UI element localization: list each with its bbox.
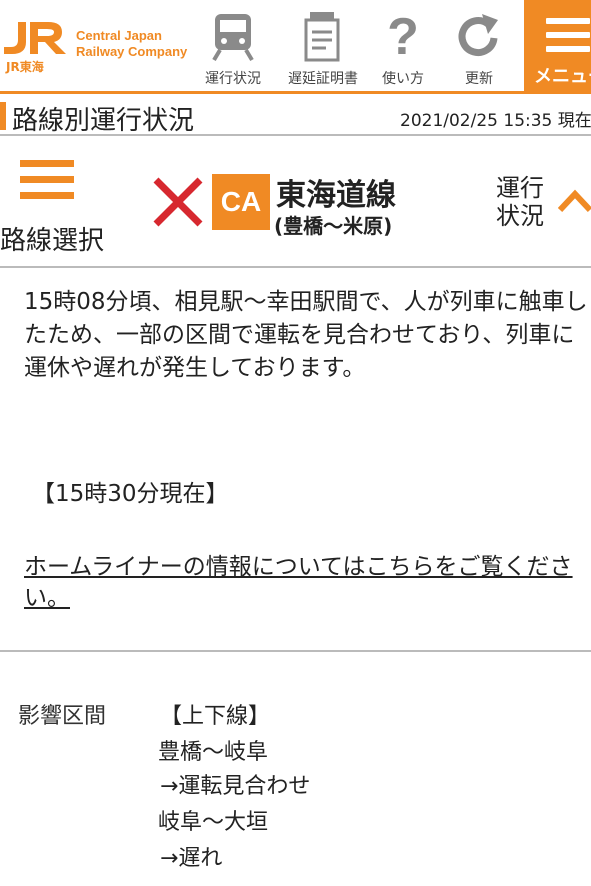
nav-operation-status[interactable]: 運行状況 bbox=[198, 8, 268, 88]
nav-delay-certificate[interactable]: 遅延証明書 bbox=[288, 8, 358, 88]
status-message: 15時08分頃、相見駅〜幸田駅間で、人が列車に触車したため、一部の区間で運転を見… bbox=[24, 289, 588, 381]
divider bbox=[0, 650, 591, 652]
nav-label: 遅延証明書 bbox=[288, 71, 358, 87]
operation-status-toggle[interactable]: 運行状況 bbox=[496, 174, 591, 244]
page-title-bar: 路線別運行状況 2021/02/25 15:35 現在 bbox=[0, 96, 591, 136]
affected-status: →運転見合わせ bbox=[160, 774, 311, 799]
affected-status: →遅れ bbox=[160, 846, 223, 871]
line-header: 路線選択 CA 東海道線 (豊橋〜米原) 運行状況 bbox=[0, 138, 591, 268]
message-timestamp: 【15時30分現在】 bbox=[32, 481, 229, 507]
route-select-button[interactable]: 路線選択 bbox=[0, 158, 110, 258]
chevron-up-icon bbox=[558, 189, 591, 213]
nav-label: 更新 bbox=[465, 71, 493, 87]
hamburger-icon bbox=[546, 18, 590, 60]
svg-text:?: ? bbox=[387, 8, 419, 63]
line-name: 東海道線 bbox=[276, 178, 396, 213]
hamburger-icon bbox=[20, 160, 74, 208]
page-title: 路線別運行状況 bbox=[12, 106, 195, 136]
menu-button[interactable]: メニュー bbox=[524, 0, 591, 94]
nav-refresh[interactable]: 更新 bbox=[444, 8, 514, 88]
line-code-badge: CA bbox=[212, 174, 270, 230]
logo-sub-text: JR東海 bbox=[6, 60, 44, 74]
jr-central-logo[interactable]: JR東海 Central Japan Railway Company bbox=[0, 20, 200, 80]
jr-logo-icon bbox=[4, 22, 66, 54]
affected-section-label: 影響区間 bbox=[18, 704, 107, 729]
app-header: JR東海 Central Japan Railway Company 運行状況 bbox=[0, 0, 591, 94]
status-toggle-label: 運行状況 bbox=[496, 174, 544, 230]
suspended-x-icon bbox=[150, 174, 206, 230]
affected-range: 豊橋〜岐阜 bbox=[158, 740, 269, 765]
status-timestamp: 2021/02/25 15:35 現在 bbox=[400, 111, 591, 131]
brand-name: Central Japan Railway Company bbox=[76, 28, 188, 59]
affected-direction: 【上下線】 bbox=[160, 704, 271, 729]
nav-how-to-use[interactable]: ? 使い方 bbox=[368, 8, 438, 88]
certificate-icon bbox=[288, 8, 358, 63]
menu-label: メニュー bbox=[534, 66, 591, 87]
title-accent bbox=[0, 102, 6, 130]
route-select-label: 路線選択 bbox=[0, 226, 105, 256]
train-icon bbox=[198, 8, 268, 63]
refresh-icon bbox=[444, 8, 514, 63]
home-liner-info-link[interactable]: ホームライナーの情報についてはこちらをご覧ください。 bbox=[24, 552, 589, 614]
line-range: (豊橋〜米原) bbox=[274, 214, 393, 238]
nav-label: 運行状況 bbox=[205, 71, 261, 87]
affected-range: 岐阜〜大垣 bbox=[158, 810, 269, 835]
question-icon: ? bbox=[368, 8, 438, 66]
